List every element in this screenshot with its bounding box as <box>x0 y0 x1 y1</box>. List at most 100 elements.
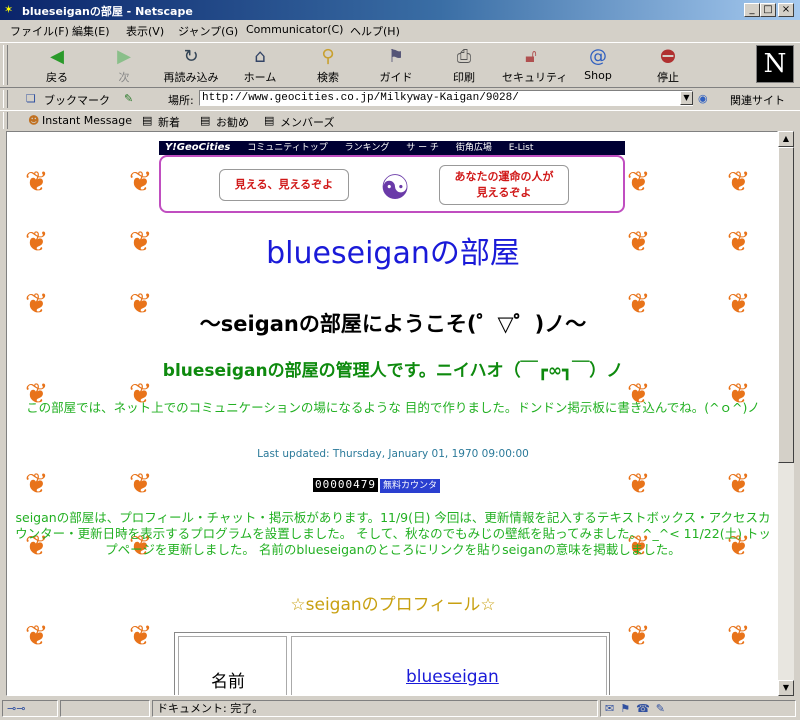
geocities-link-community[interactable]: コミュニティトップ <box>247 143 327 153</box>
bookmarks-button[interactable]: ブックマーク <box>44 92 110 108</box>
menu-bar: ファイル(F) 編集(E) 表示(V) ジャンプ(G) Communicator… <box>0 20 800 40</box>
bookmark-page-icon: ▤ <box>142 114 153 127</box>
recommended-button[interactable]: お勧め <box>216 114 249 130</box>
padlock-icon: 🔓︎ <box>525 46 537 67</box>
geocities-nav-bar: Y!GeoCities コミュニティトップ ランキング サ ー チ 街角広場 E… <box>159 141 625 155</box>
home-button[interactable]: ⌂ ホーム <box>240 45 280 87</box>
scrollbar-thumb[interactable] <box>778 147 794 463</box>
security-label: セキュリティ <box>502 71 568 84</box>
page-viewport[interactable]: ❦ ❦ ❦ ❦ ❦ ❦ ❦ ❦ ❦ ❦ ❦ ❦ ❦ ❦ ❦ ❦ ❦ ❦ ❦ ❦ … <box>6 131 778 696</box>
maple-leaf-icon: ❦ <box>727 467 751 500</box>
maple-leaf-icon: ❦ <box>627 467 651 500</box>
page-proxy-icon[interactable]: ✎ <box>124 92 133 105</box>
back-arrow-icon: ◀ <box>50 46 64 67</box>
status-bar: ⊸⊸ ドキュメント: 完了。 ✉⚑☎✎ <box>0 698 800 720</box>
personal-grip[interactable] <box>3 112 8 129</box>
netscape-logo[interactable]: N <box>756 45 794 83</box>
home-icon: ⌂ <box>254 46 266 67</box>
forward-button[interactable]: ▶ 次 <box>104 45 144 87</box>
status-text: ドキュメント: 完了。 <box>152 700 598 717</box>
bookmark-page-icon: ▤ <box>264 114 275 127</box>
stop-button[interactable]: ⛔︎ 停止 <box>650 45 686 87</box>
guide-signpost-icon: ⚑ <box>387 46 405 67</box>
guide-button[interactable]: ⚑ ガイド <box>376 45 416 87</box>
navigation-toolbar: ◀ 戻る ▶ 次 ↻ 再読み込み ⌂ ホーム ⚲ 検索 ⚑ ガイド ⎙ 印刷 🔓… <box>0 42 800 88</box>
maple-leaf-icon: ❦ <box>25 165 49 198</box>
menu-view[interactable]: 表示(V) <box>126 23 164 39</box>
shop-label: Shop <box>584 69 612 82</box>
instant-message-button[interactable]: Instant Message <box>42 114 132 127</box>
netscape-stars-icon: ✶ <box>4 3 14 16</box>
stop-icon: ⛔︎ <box>660 46 676 67</box>
related-sites-icon: ◉ <box>698 92 708 105</box>
menu-help[interactable]: ヘルプ(H) <box>350 23 400 39</box>
related-sites-button[interactable]: 関連サイト <box>730 92 785 108</box>
maple-leaf-icon: ❦ <box>727 165 751 198</box>
search-button[interactable]: ⚲ 検索 <box>308 45 348 87</box>
security-button[interactable]: 🔓︎ セキュリティ <box>502 45 568 87</box>
last-updated-text: Last updated: Thursday, January 01, 1970… <box>257 448 529 460</box>
minimize-button[interactable]: _ <box>744 3 760 17</box>
home-label: ホーム <box>243 71 277 84</box>
forward-arrow-icon: ▶ <box>117 46 131 67</box>
geocities-link-ranking[interactable]: ランキング <box>345 143 390 153</box>
vertical-scrollbar[interactable]: ▲ ▼ <box>778 131 794 696</box>
scroll-down-arrow-icon[interactable]: ▼ <box>778 680 794 696</box>
new-button[interactable]: 新着 <box>158 114 180 130</box>
bookmarks-icon: ❏ <box>26 92 36 105</box>
maximize-button[interactable]: □ <box>760 3 776 17</box>
printer-icon: ⎙ <box>456 46 472 67</box>
menu-go[interactable]: ジャンプ(G) <box>178 23 238 39</box>
reload-label: 再読み込み <box>163 71 219 84</box>
access-counter: 00000479 無料カウンタ <box>313 478 440 493</box>
shop-button[interactable]: @ Shop <box>580 45 616 87</box>
ad-left-bubble: 見える、見えるぞよ <box>219 169 349 201</box>
maple-leaf-icon: ❦ <box>727 619 751 652</box>
component-bar-icons[interactable]: ✉⚑☎✎ <box>600 700 796 717</box>
location-grip[interactable] <box>3 90 8 108</box>
fortune-ad-banner[interactable]: 見える、見えるぞよ ☯ あなたの運命の人が 見えるぞよ <box>159 155 625 213</box>
maple-leaf-icon: ❦ <box>129 165 153 198</box>
search-icon: ⚲ <box>321 46 335 67</box>
location-label: 場所: <box>168 94 194 107</box>
welcome-heading: ～seiganの部屋にようこそ(゜▽゜)ノ～ <box>199 312 587 336</box>
geocities-link-plaza[interactable]: 街角広場 <box>456 143 492 153</box>
connection-status-icon: ⊸⊸ <box>2 700 58 717</box>
menu-edit[interactable]: 編集(E) <box>72 23 110 39</box>
toolbar-grip[interactable] <box>3 45 8 85</box>
profile-heading: ☆seiganのプロフィール☆ <box>290 595 496 615</box>
back-button[interactable]: ◀ 戻る <box>36 45 78 87</box>
bookmark-page-icon: ▤ <box>200 114 211 127</box>
url-dropdown-arrow-icon[interactable]: ▼ <box>680 91 693 105</box>
free-counter-link[interactable]: 無料カウンタ <box>379 479 440 493</box>
progress-area <box>60 700 150 717</box>
maple-leaf-icon: ❦ <box>627 619 651 652</box>
geocities-link-elist[interactable]: E-List <box>509 143 534 153</box>
geocities-logo[interactable]: Y!GeoCities <box>165 142 230 153</box>
maple-leaf-icon: ❦ <box>627 165 651 198</box>
forward-label: 次 <box>118 71 130 84</box>
fortune-teller-icon: ☯ <box>379 168 411 208</box>
stop-label: 停止 <box>657 71 679 84</box>
shop-icon: @ <box>589 46 607 67</box>
close-button[interactable]: × <box>778 3 794 17</box>
profile-value-cell: blueseigan <box>291 636 607 695</box>
geocities-link-search[interactable]: サ ー チ <box>406 143 439 153</box>
print-button[interactable]: ⎙ 印刷 <box>446 45 482 87</box>
url-input[interactable]: http://www.geocities.co.jp/Milkyway-Kaig… <box>199 90 693 106</box>
profile-label-cell: 名前 <box>178 636 287 695</box>
window-titlebar[interactable]: ✶ blueseiganの部屋 - Netscape _ □ × <box>0 0 800 20</box>
counter-digits: 00000479 <box>313 478 378 492</box>
reload-button[interactable]: ↻ 再読み込み <box>160 45 222 87</box>
maple-leaf-icon: ❦ <box>25 619 49 652</box>
scroll-up-arrow-icon[interactable]: ▲ <box>778 131 794 147</box>
intro-text: この部屋では、ネット上でのコミュニケーションの場になるような 目的で作りました。… <box>26 400 760 415</box>
window-title: blueseiganの部屋 - Netscape <box>22 5 193 18</box>
profile-name-label: 名前 <box>211 672 245 692</box>
profile-name-link[interactable]: blueseigan <box>406 667 499 687</box>
menu-communicator[interactable]: Communicator(C) <box>246 23 343 36</box>
menu-file[interactable]: ファイル(F) <box>10 23 69 39</box>
maple-leaf-icon: ❦ <box>129 619 153 652</box>
members-button[interactable]: メンバーズ <box>280 114 334 130</box>
maple-leaf-icon: ❦ <box>25 467 49 500</box>
